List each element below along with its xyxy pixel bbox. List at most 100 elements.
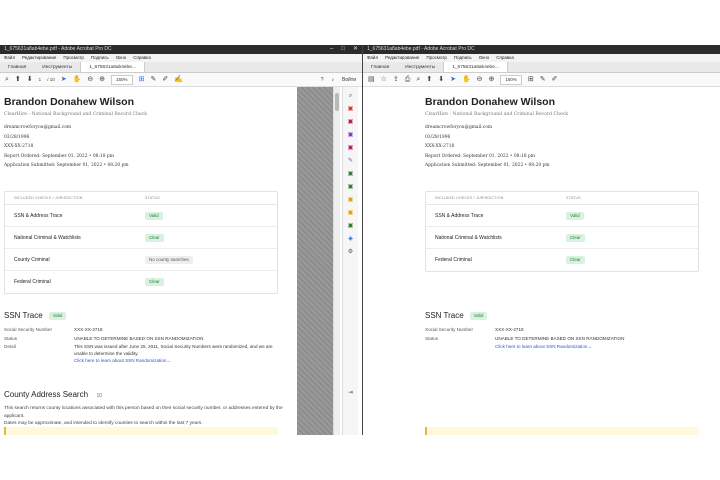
comment-tool-icon[interactable]: ▣ [348,131,354,139]
zoom-out-icon[interactable]: ⊖ [477,73,483,87]
help-icon[interactable]: ? [321,73,324,87]
table-row: County Criminal No county searches [5,249,277,271]
result-count: 10 [96,393,103,399]
sign-icon[interactable]: ✍ [174,73,183,87]
menu-file[interactable]: Файл [4,54,15,62]
print-production-icon[interactable]: ▣ [348,222,354,230]
redact-icon[interactable]: ▣ [348,196,354,204]
comment-icon[interactable]: ✎ [150,73,156,87]
page-up-icon[interactable]: ⬆ [15,73,21,87]
status-row: Status UNABLE TO DETERMINE BASED ON SSN … [4,335,204,341]
menu-window[interactable]: Окно [479,54,489,62]
tab-document[interactable]: 1_675631a8ab4ebe... [80,62,145,72]
ssn-randomization-link[interactable]: Click here to learn about SSN Randomizat… [74,357,171,366]
detail-row: Detail This SSN was issued after June 25… [4,344,273,356]
zoom-in-icon[interactable]: ⊕ [489,73,495,87]
select-cursor-icon[interactable]: ➤ [450,73,456,87]
menu-edit[interactable]: Редактирование [385,54,419,62]
hand-tool-icon[interactable]: ✋ [462,73,471,87]
application-submitted: Application Submitted: September 01, 202… [425,163,550,168]
menu-view[interactable]: Просмотр [63,54,84,62]
bookmark-star-icon[interactable]: ☆ [381,73,387,87]
zoom-select[interactable]: 150% [500,74,522,85]
zoom-out-icon[interactable]: ⊖ [87,73,93,87]
section-title: SSN Trace [4,311,43,320]
tab-tools[interactable]: Инструменты [34,62,80,72]
highlight-icon[interactable]: ✐ [162,73,168,87]
tab-document[interactable]: 1_675631a8ab4ebe... [443,62,508,72]
organize-pages-icon[interactable]: ▣ [348,170,354,178]
zoom-in-icon[interactable]: ⊕ [99,73,105,87]
search-icon[interactable]: ⌕ [416,73,420,87]
scrollbar-thumb[interactable] [335,93,339,111]
vertical-scrollbar[interactable] [333,87,340,435]
ssn-randomization-link[interactable]: Click here to learn about SSN Randomizat… [495,343,592,352]
export-pdf-icon[interactable]: ▣ [348,105,354,113]
report-subtitle: ClearHire - National Background and Crim… [4,112,148,117]
highlight-icon[interactable]: ✐ [552,73,558,87]
protect-icon[interactable]: ◈ [348,235,353,243]
more-tools-icon[interactable]: ⚙ [348,248,353,256]
tab-home[interactable]: Главная [363,62,397,72]
status-row: Status UNABLE TO DETERMINE BASED ON SSN … [425,335,625,341]
page-gap-pane [297,87,333,435]
upload-icon[interactable]: ⇪ [393,73,399,87]
status-badge: Valid [566,211,584,220]
zoom-tool-icon[interactable]: ⌕ [349,92,352,100]
report-ordered: Report Ordered: September 01, 2022 • 08:… [4,153,114,159]
right-toolbar: ▤ ☆ ⇪ ⎙ ⌕ ⬆ ⬇ ➤ ✋ ⊖ ⊕ 150% ⊞ ✎ ✐ [363,73,720,87]
status-badge: Valid [48,311,67,320]
edit-pdf-icon[interactable]: ▣ [348,144,354,152]
comment-icon[interactable]: ✎ [540,73,546,87]
menu-file[interactable]: Файл [367,54,378,62]
page-up-icon[interactable]: ⬆ [426,73,432,87]
left-acrobat-window: 1_675631a8ab4ebe.pdf - Adobe Acrobat Pro… [0,45,362,435]
checks-table: INCLUDED CHECKS / JURISDICTION STATUS SS… [425,191,699,272]
close-icon[interactable]: ✕ [353,45,358,54]
tab-tools[interactable]: Инструменты [397,62,443,72]
print-icon[interactable]: ⎙ [405,73,411,87]
fit-page-icon[interactable]: ⊞ [528,73,534,87]
application-submitted: Application Submitted: September 01, 202… [4,163,129,168]
zoom-select[interactable]: 150% [111,74,133,85]
right-document-area: Brandon Donahew Wilson ClearHire - Natio… [363,87,720,435]
create-pdf-icon[interactable]: ▣ [348,118,354,126]
menu-edit[interactable]: Редактирование [22,54,56,62]
status-badge: Valid [469,311,488,320]
applicant-ssn: XXX-XX-2718 [4,144,34,149]
minimize-icon[interactable]: – [330,45,333,54]
right-page: Brandon Donahew Wilson ClearHire - Natio… [363,87,715,435]
hand-tool-icon[interactable]: ✋ [73,73,82,87]
right-tools-pane: ⌕ ▣ ▣ ▣ ▣ ✎ ▣ ▣ ▣ ▣ ▣ ◈ ⚙ ⇥ [342,87,358,435]
applicant-dob: 03/28/1996 [4,134,30,140]
menu-sign[interactable]: Подпись [454,54,472,62]
left-window-title: 1_675631a8ab4ebe.pdf - Adobe Acrobat Pro… [4,46,112,52]
search-icon[interactable]: ⌕ [5,73,9,87]
bell-icon[interactable]: ♪ [332,73,335,87]
menu-window[interactable]: Окно [116,54,126,62]
table-row: SSN & Address Trace Valid [426,205,698,227]
select-cursor-icon[interactable]: ➤ [61,73,67,87]
fit-page-icon[interactable]: ⊞ [139,73,145,87]
sign-in-button[interactable]: Войти [342,73,356,87]
applicant-ssn: XXX-XX-2718 [425,144,455,149]
menu-view[interactable]: Просмотр [426,54,447,62]
compress-icon[interactable]: ▣ [348,183,354,191]
create-icon[interactable]: ▤ [368,73,375,87]
fill-sign-icon[interactable]: ✎ [348,157,353,165]
left-window-controls: – □ ✕ [330,45,358,54]
maximize-icon[interactable]: □ [341,45,345,54]
ssn-row: Social Security Number XXX-XX-2718 [4,327,103,332]
page-number-input[interactable]: 1 [39,73,42,87]
tab-home[interactable]: Главная [0,62,34,72]
left-document-area: Brandon Donahew Wilson ClearHire - Natio… [0,87,362,435]
menu-help[interactable]: Справка [133,54,151,62]
collapse-pane-icon[interactable]: ⇥ [348,389,353,397]
page-total: / 10 [47,76,55,82]
page-down-icon[interactable]: ⬇ [438,73,444,87]
menu-help[interactable]: Справка [496,54,514,62]
menu-sign[interactable]: Подпись [91,54,109,62]
send-icon[interactable]: ▣ [348,209,354,217]
left-toolbar-right: ? ♪ Войти [321,73,356,87]
page-down-icon[interactable]: ⬇ [27,73,33,87]
